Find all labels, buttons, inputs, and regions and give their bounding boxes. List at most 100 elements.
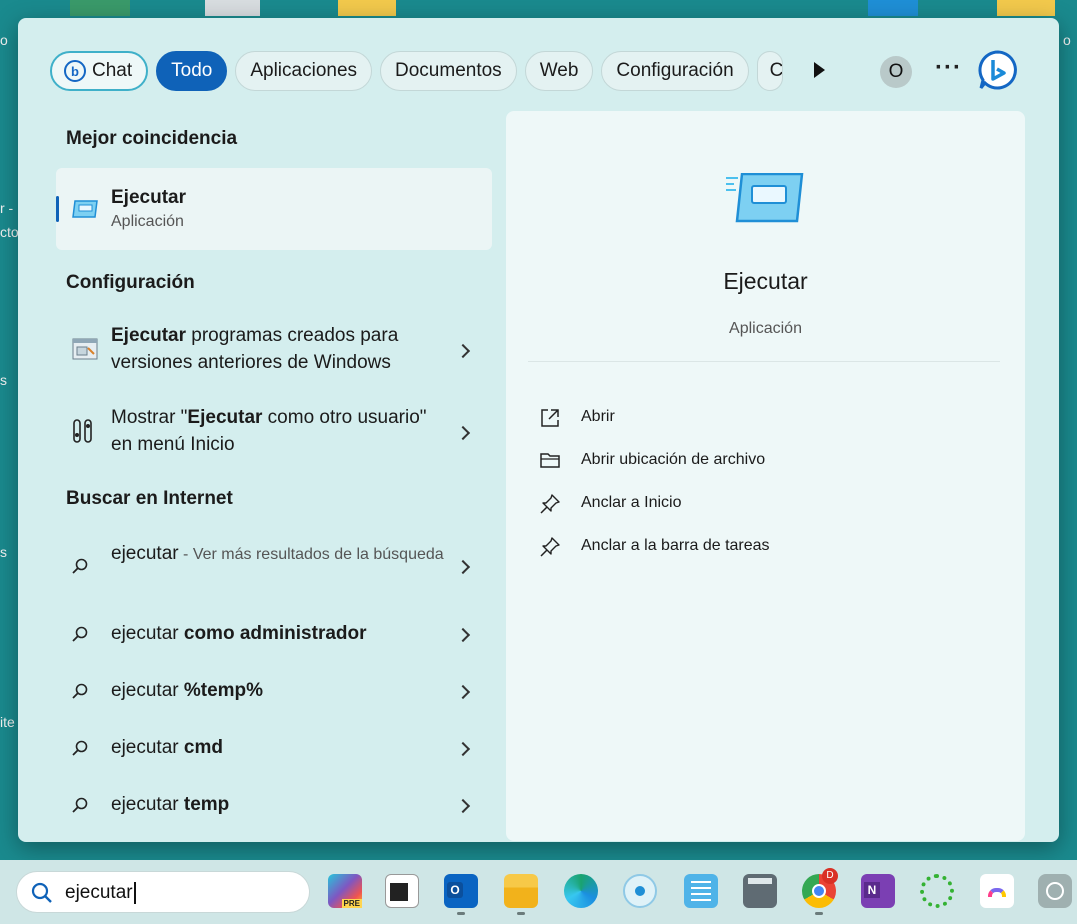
avatar-initial: O	[888, 61, 904, 82]
web-result-suggestion[interactable]: ejecutar temp	[56, 787, 492, 823]
filter-settings[interactable]: Configuración	[601, 51, 749, 91]
more-options-icon[interactable]: ···	[935, 54, 962, 82]
running-indicator	[457, 912, 465, 915]
filter-todo-label: Todo	[171, 60, 213, 81]
filter-docs-label: Documentos	[395, 60, 502, 81]
terminal-icon[interactable]	[385, 874, 419, 908]
action-pin-taskbar-label: Anclar a la barra de tareas	[581, 537, 770, 554]
running-indicator	[815, 912, 823, 915]
divider	[528, 361, 1000, 362]
preview-subtitle: Aplicación	[729, 320, 802, 337]
desktop-label: r -	[0, 200, 14, 216]
taskbar-search-input[interactable]: ejecutar	[65, 882, 136, 904]
calculator-icon[interactable]	[743, 874, 777, 908]
search-icon	[72, 626, 88, 642]
filter-more-cut[interactable]: C	[756, 51, 783, 91]
desktop-icon[interactable]	[70, 0, 130, 16]
filter-settings-label: Configuración	[616, 60, 734, 81]
chrome-icon[interactable]: D	[802, 868, 838, 908]
desktop-label: ite	[0, 714, 15, 730]
web-search-heading: Buscar en Internet	[66, 488, 233, 509]
desktop-label: o	[1063, 32, 1071, 48]
scroll-filters-right-icon[interactable]	[814, 62, 825, 78]
desktop-label: s	[0, 544, 7, 560]
bing-chat-icon[interactable]	[977, 49, 1019, 91]
compatibility-icon	[72, 338, 98, 360]
run-app-icon	[72, 200, 98, 218]
settings-result-runas-text: Mostrar "Ejecutar como otro usuario" en …	[111, 407, 427, 455]
action-open-label: Abrir	[581, 408, 615, 425]
best-match-heading: Mejor coincidencia	[66, 128, 238, 149]
chevron-right-icon	[455, 559, 471, 575]
search-icon	[72, 558, 88, 574]
text-caret	[133, 882, 136, 904]
bing-icon: b	[64, 60, 86, 82]
cortana-icon[interactable]	[623, 874, 657, 908]
chevron-right-icon	[455, 741, 471, 757]
action-open-location[interactable]: Abrir ubicación de archivo	[540, 449, 800, 475]
action-open[interactable]: Abrir	[540, 406, 800, 432]
filter-apps-label: Aplicaciones	[250, 60, 358, 81]
notepad-icon[interactable]	[684, 874, 718, 908]
web-result-suggestion[interactable]: ejecutar cmd	[56, 730, 492, 766]
filter-more-label: C	[769, 60, 783, 81]
settings-result-compat[interactable]: Ejecutar programas creados para versione…	[56, 318, 492, 382]
web-result-text: ejecutar como administrador	[111, 623, 367, 644]
outlook-icon[interactable]: O	[444, 874, 478, 908]
web-result-text: ejecutar temp	[111, 794, 230, 815]
desktop-icon[interactable]	[997, 0, 1055, 16]
edge-icon[interactable]	[564, 874, 598, 908]
desktop-icon[interactable]	[338, 0, 396, 16]
filter-web[interactable]: Web	[524, 51, 594, 91]
settings-result-compat-text: Ejecutar programas creados para versione…	[111, 325, 399, 373]
start-search-panel: b Chat Todo Aplicaciones Documentos Web …	[18, 18, 1059, 842]
chevron-right-icon	[455, 627, 471, 643]
filter-todo[interactable]: Todo	[156, 51, 228, 91]
chatgpt-icon[interactable]	[1038, 874, 1072, 908]
best-match-item[interactable]: Ejecutar Aplicación	[56, 168, 492, 250]
copilot-icon[interactable]: PRE	[328, 874, 362, 908]
action-pin-taskbar[interactable]: Anclar a la barra de tareas	[540, 535, 800, 561]
action-open-location-label: Abrir ubicación de archivo	[581, 451, 766, 468]
desktop-label: s	[0, 372, 7, 388]
filter-apps[interactable]: Aplicaciones	[235, 51, 373, 91]
selection-indicator	[56, 196, 59, 222]
web-result-suggestion[interactable]: ejecutar %temp%	[56, 673, 492, 709]
open-external-icon	[541, 409, 559, 427]
clickup-icon[interactable]	[980, 874, 1014, 908]
web-result-text: ejecutar cmd	[111, 737, 223, 758]
settings-heading: Configuración	[66, 272, 195, 293]
preview-pane: Ejecutar Aplicación Abrir Abrir ubicació…	[506, 111, 1025, 841]
chevron-right-icon	[455, 684, 471, 700]
desktop-icon[interactable]	[868, 0, 918, 16]
desktop-icon[interactable]	[205, 0, 260, 16]
run-app-large-icon	[726, 173, 804, 223]
notification-badge: D	[822, 868, 838, 884]
preview-title: Ejecutar	[723, 268, 808, 294]
web-result-suggestion[interactable]: ejecutar como administrador	[56, 616, 492, 652]
best-match-subtitle: Aplicación	[111, 213, 184, 230]
ring-app-icon[interactable]	[920, 874, 954, 908]
chevron-right-icon	[455, 425, 471, 441]
web-result-more[interactable]: ejecutar - Ver más resultados de la búsq…	[56, 536, 492, 596]
folder-icon	[540, 453, 560, 468]
avatar[interactable]: O	[880, 56, 912, 88]
settings-result-runas[interactable]: Mostrar "Ejecutar como otro usuario" en …	[56, 400, 492, 464]
action-pin-start[interactable]: Anclar a Inicio	[540, 492, 800, 518]
chevron-right-icon	[455, 343, 471, 359]
web-result-more-text: ejecutar - Ver más resultados de la búsq…	[111, 543, 444, 564]
search-icon	[72, 740, 88, 756]
search-icon	[72, 683, 88, 699]
filter-docs[interactable]: Documentos	[380, 51, 517, 91]
onenote-icon[interactable]: N	[861, 874, 895, 908]
settings-sliders-icon	[73, 419, 92, 443]
taskbar-search-box[interactable]: ejecutar	[16, 871, 310, 913]
chevron-right-icon	[455, 798, 471, 814]
pin-icon	[540, 494, 560, 514]
desktop-label: cto	[0, 224, 19, 240]
filter-chat-label: Chat	[92, 60, 133, 81]
search-icon	[31, 882, 52, 903]
running-indicator	[517, 912, 525, 915]
filter-chat[interactable]: b Chat	[50, 51, 149, 91]
file-explorer-icon[interactable]	[504, 874, 538, 908]
